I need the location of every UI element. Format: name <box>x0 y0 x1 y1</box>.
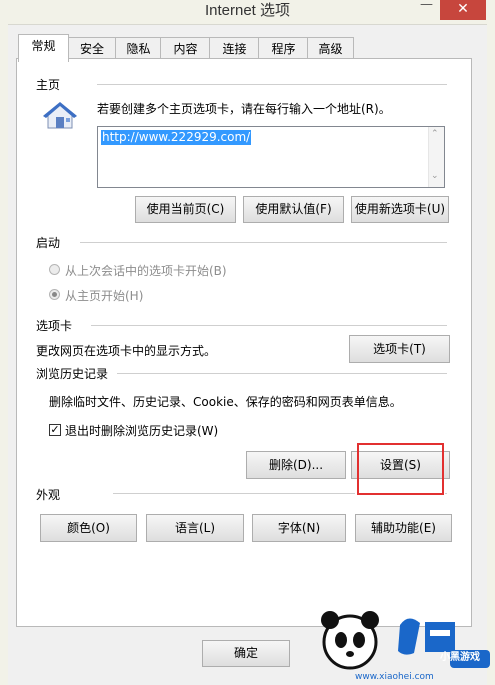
delete-on-exit-checkbox[interactable]: ✓ <box>49 424 61 436</box>
watermark-brand: 小黑游戏 <box>440 652 480 663</box>
scroll-up-icon[interactable]: ⌃ <box>431 129 439 139</box>
homepage-heading: 主页 <box>36 76 61 93</box>
appearance-heading: 外观 <box>36 486 61 503</box>
home-icon <box>43 102 77 129</box>
use-default-button[interactable]: 使用默认值(F) <box>243 196 344 223</box>
window-frame-left <box>0 24 8 685</box>
history-divider <box>117 373 447 374</box>
tab-security[interactable]: 安全 <box>67 37 117 60</box>
minimize-button[interactable]: — <box>420 0 436 14</box>
highlight-box <box>357 443 444 495</box>
startup-heading: 启动 <box>36 234 61 251</box>
appearance-divider-left <box>113 493 355 494</box>
homepage-divider <box>97 84 447 85</box>
scroll-down-icon[interactable]: ⌄ <box>431 171 439 181</box>
use-new-tab-button[interactable]: 使用新选项卡(U) <box>351 196 449 223</box>
use-current-button[interactable]: 使用当前页(C) <box>135 196 236 223</box>
history-description: 删除临时文件、历史记录、Cookie、保存的密码和网页表单信息。 <box>49 395 402 409</box>
tab-general[interactable]: 常规 <box>18 34 69 62</box>
tab-connections[interactable]: 连接 <box>209 37 260 60</box>
tabs-description: 更改网页在选项卡中的显示方式。 <box>36 344 217 358</box>
tab-advanced[interactable]: 高级 <box>307 37 354 60</box>
radio-home-page[interactable] <box>49 289 60 300</box>
tab-privacy[interactable]: 隐私 <box>115 37 162 60</box>
homepage-instruction: 若要创建多个主页选项卡，请在每行输入一个地址(R)。 <box>97 102 391 116</box>
tabs-heading: 选项卡 <box>36 317 73 334</box>
watermark-url: www.xiaohei.com <box>355 672 434 682</box>
fonts-button[interactable]: 字体(N) <box>252 514 346 542</box>
home-page-label: 从主页开始(H) <box>65 289 144 303</box>
close-button[interactable]: ✕ <box>440 0 486 20</box>
delete-history-button[interactable]: 删除(D)... <box>246 451 346 479</box>
tab-content[interactable]: 内容 <box>160 37 211 60</box>
languages-button[interactable]: 语言(L) <box>146 514 244 542</box>
history-heading: 浏览历史记录 <box>36 365 109 382</box>
window-frame-right <box>487 24 495 685</box>
tabs-divider <box>91 325 447 326</box>
radio-last-session[interactable] <box>49 264 60 275</box>
tab-programs[interactable]: 程序 <box>258 37 309 60</box>
startup-divider <box>80 242 447 243</box>
delete-on-exit-label: 退出时删除浏览历史记录(W) <box>65 424 219 438</box>
appearance-divider-right <box>445 493 447 494</box>
accessibility-button[interactable]: 辅助功能(E) <box>355 514 452 542</box>
homepage-url-field[interactable]: http://www.222929.com/ ⌃ ⌄ <box>97 126 445 188</box>
homepage-url-text: http://www.222929.com/ <box>101 130 252 145</box>
last-session-label: 从上次会话中的选项卡开始(B) <box>65 264 227 278</box>
url-field-scrollbar[interactable]: ⌃ ⌄ <box>428 127 444 187</box>
ok-button[interactable]: 确定 <box>202 640 290 667</box>
colors-button[interactable]: 颜色(O) <box>40 514 137 542</box>
tabs-settings-button[interactable]: 选项卡(T) <box>349 335 450 363</box>
